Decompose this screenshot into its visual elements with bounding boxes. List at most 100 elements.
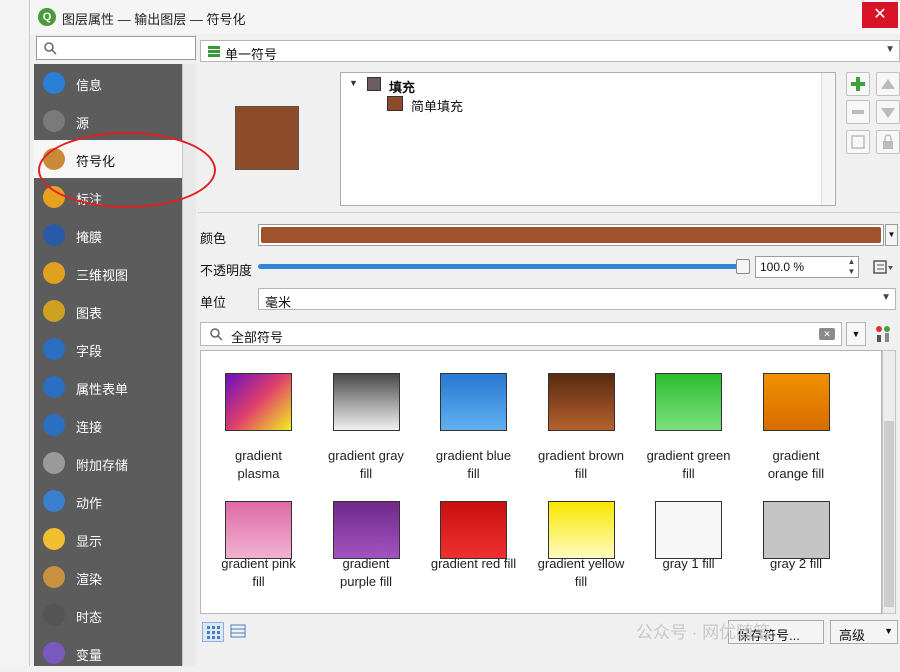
icon-view-button[interactable] bbox=[202, 622, 224, 642]
symbol-cell[interactable]: gray 1 fill bbox=[635, 481, 742, 611]
renderer-label: 单一符号 bbox=[225, 47, 278, 62]
action-icon bbox=[40, 487, 68, 515]
symbol-swatch bbox=[332, 501, 400, 559]
color-label: 颜色 bbox=[200, 231, 227, 246]
symbol-name: gradient plasma bbox=[235, 448, 282, 481]
advanced-button[interactable]: 高级 ▼ bbox=[830, 620, 898, 644]
unit-combo[interactable]: 毫米 ▼ bbox=[258, 288, 896, 310]
fields-icon bbox=[40, 335, 68, 363]
symbol-grid: gradient plasma gradient gray fill gradien… bbox=[200, 350, 882, 614]
renderer-combo[interactable]: 单一符号 ▼ bbox=[200, 40, 900, 62]
color-dropdown-button[interactable]: ▼ bbox=[885, 224, 898, 246]
tree-root-label[interactable]: 填充 bbox=[389, 77, 415, 96]
move-up-button[interactable] bbox=[876, 72, 900, 96]
divider bbox=[198, 212, 900, 213]
symbol-filter-input[interactable]: 全部符号 ✕ bbox=[200, 322, 842, 346]
sidebar-item-label: 掩膜 bbox=[76, 230, 103, 245]
opacity-spinbox[interactable]: 100.0 % bbox=[755, 256, 859, 278]
sidebar-item[interactable]: 图表 bbox=[34, 292, 182, 330]
style-manager-icon[interactable] bbox=[874, 324, 894, 344]
close-button[interactable]: ✕ bbox=[862, 2, 898, 28]
symbol-name: gradient pink fill bbox=[221, 556, 296, 589]
symbol-name: gradient green fill bbox=[646, 448, 731, 481]
sidebar-item-label: 字段 bbox=[76, 344, 103, 359]
clear-icon[interactable]: ✕ bbox=[819, 328, 835, 340]
single-symbol-icon bbox=[207, 44, 221, 58]
sidebar-item[interactable]: 三维视图 bbox=[34, 254, 182, 292]
symbol-cell[interactable]: gradient green fill bbox=[635, 351, 742, 481]
storage-icon bbox=[40, 449, 68, 477]
symbol-swatch bbox=[762, 501, 830, 559]
sidebar-item[interactable]: 属性表单 bbox=[34, 368, 182, 406]
window-title: 图层属性 — 输出图层 — 符号化 bbox=[62, 12, 246, 27]
sidebar-item[interactable]: 显示 bbox=[34, 520, 182, 558]
symbol-name: gradient purple fill bbox=[339, 556, 393, 589]
sidebar-search-input[interactable] bbox=[36, 36, 196, 60]
symbol-cell[interactable]: gradient purple fill bbox=[313, 481, 420, 611]
symbol-cell[interactable]: gray 2 fill bbox=[743, 481, 850, 611]
symbol-cell[interactable]: gradient orange fill bbox=[743, 351, 850, 481]
move-down-button[interactable] bbox=[876, 100, 900, 124]
add-layer-button[interactable] bbox=[846, 72, 870, 96]
sidebar-item-label: 连接 bbox=[76, 420, 103, 435]
source-icon bbox=[40, 107, 68, 135]
tree-scrollbar[interactable] bbox=[821, 73, 835, 205]
sidebar-item[interactable]: 渲染 bbox=[34, 558, 182, 596]
tree-child-label[interactable]: 简单填充 bbox=[411, 96, 463, 115]
symbol-layer-tree: ▼ 填充 简单填充 bbox=[340, 72, 836, 206]
symbol-swatch bbox=[547, 501, 615, 559]
cube-icon bbox=[40, 259, 68, 287]
join-icon bbox=[40, 411, 68, 439]
sidebar-item[interactable]: 连接 bbox=[34, 406, 182, 444]
sidebar-item[interactable]: 时态 bbox=[34, 596, 182, 634]
sidebar-item[interactable]: 字段 bbox=[34, 330, 182, 368]
symbol-cell[interactable]: gradient plasma bbox=[205, 351, 312, 481]
duplicate-layer-button[interactable] bbox=[846, 130, 870, 154]
clock-icon bbox=[40, 601, 68, 629]
symbol-cell[interactable]: gradient blue fill bbox=[420, 351, 527, 481]
symbol-swatch bbox=[440, 373, 507, 431]
chevron-down-icon: ▼ bbox=[884, 626, 893, 636]
sidebar-item[interactable]: 变量 bbox=[34, 634, 182, 672]
sidebar-item-label: 图表 bbox=[76, 306, 103, 321]
unit-label: 单位 bbox=[200, 295, 227, 310]
symbol-cell[interactable]: gradient gray fill bbox=[313, 351, 420, 481]
sidebar-item-label: 属性表单 bbox=[76, 382, 129, 397]
list-view-button[interactable] bbox=[228, 622, 250, 642]
chevron-down-icon: ▼ bbox=[885, 44, 895, 55]
symbol-name: gradient blue fill bbox=[435, 448, 512, 481]
sidebar-item[interactable]: 附加存储 bbox=[34, 444, 182, 482]
color-button[interactable] bbox=[258, 224, 884, 246]
display-icon bbox=[40, 525, 68, 553]
sidebar-item-label: 三维视图 bbox=[76, 268, 129, 283]
symbol-cell[interactable]: gradient yellow fill bbox=[528, 481, 635, 611]
symbol-cell[interactable]: gradient red fill bbox=[420, 481, 527, 611]
symbol-grid-scrollbar[interactable] bbox=[882, 350, 896, 614]
expand-arrow-icon[interactable]: ▼ bbox=[349, 78, 358, 88]
symbol-cell[interactable]: gradient brown fill bbox=[528, 351, 635, 481]
filter-dropdown-button[interactable]: ▼ bbox=[846, 322, 866, 346]
abc-mask-icon bbox=[40, 221, 68, 249]
scrollbar-thumb[interactable] bbox=[884, 421, 894, 607]
sidebar-item[interactable]: 动作 bbox=[34, 482, 182, 520]
spin-arrows-icon[interactable]: ▲ ▼ bbox=[845, 257, 858, 277]
sidebar-item-label: 附加存储 bbox=[76, 458, 129, 473]
symbol-cell[interactable]: gradient pink fill bbox=[205, 481, 312, 611]
sidebar-item-label: 变量 bbox=[76, 648, 103, 663]
opacity-slider[interactable] bbox=[258, 264, 746, 269]
diagram-icon bbox=[40, 297, 68, 325]
data-defined-override-icon[interactable] bbox=[868, 256, 894, 278]
symbol-name: gradient yellow fill bbox=[537, 556, 625, 589]
sidebar-item-label: 渲染 bbox=[76, 572, 103, 587]
lock-layer-button[interactable] bbox=[876, 130, 900, 154]
symbol-name: gray 1 fill bbox=[662, 556, 715, 571]
remove-layer-button[interactable] bbox=[846, 100, 870, 124]
symbol-name: gradient brown fill bbox=[538, 448, 624, 481]
sidebar-item-label: 信息 bbox=[76, 78, 103, 93]
sidebar-item[interactable]: 掩膜 bbox=[34, 216, 182, 254]
search-icon bbox=[210, 328, 223, 341]
sidebar-item[interactable]: 信息 bbox=[34, 64, 182, 102]
simple-fill-swatch bbox=[387, 96, 403, 111]
opacity-slider-handle[interactable] bbox=[736, 259, 750, 274]
symbol-swatch bbox=[762, 373, 830, 431]
